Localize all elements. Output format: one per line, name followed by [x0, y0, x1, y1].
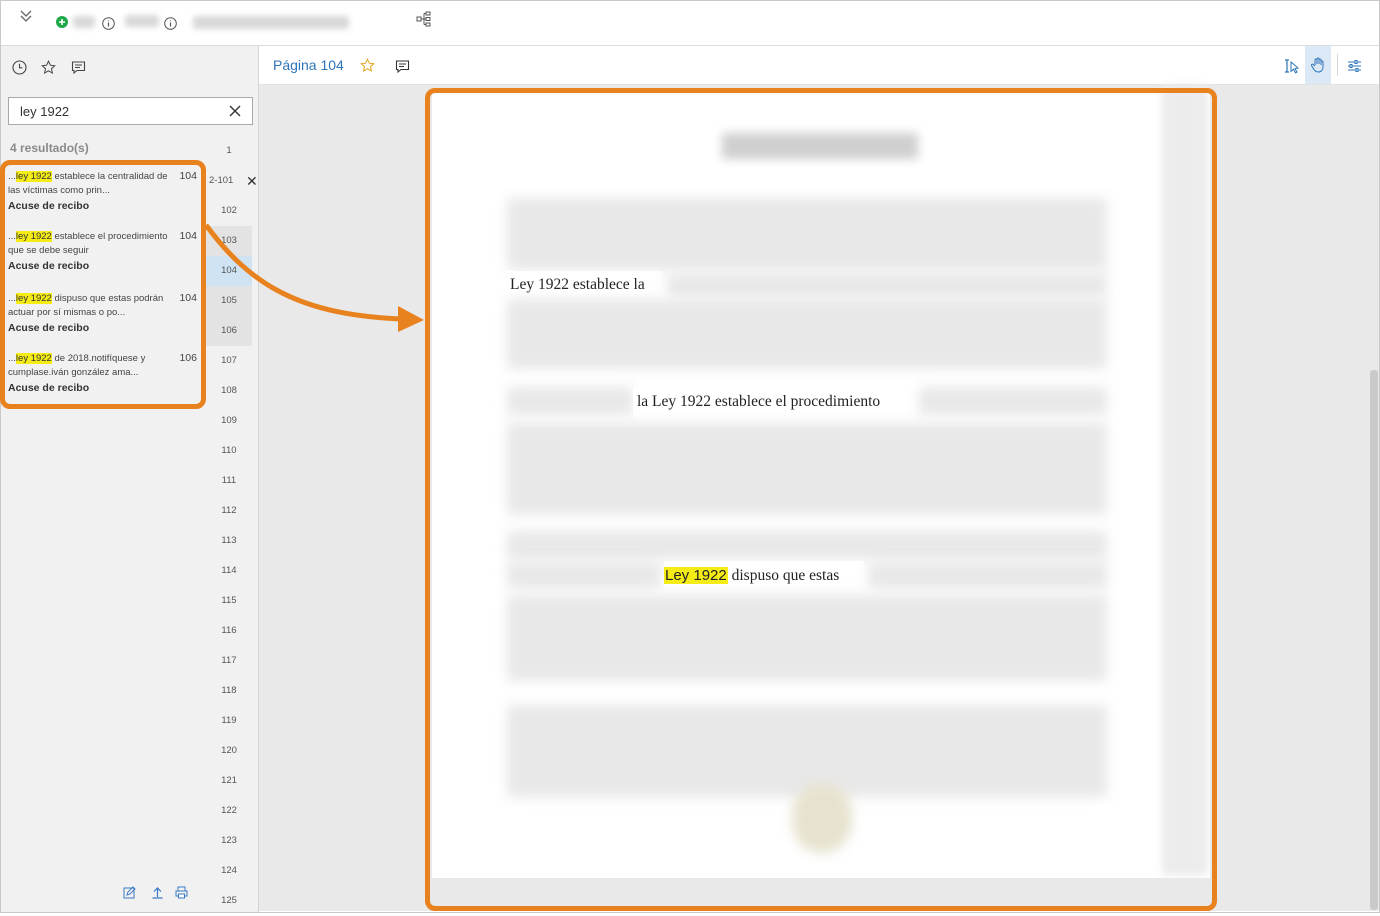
- page-list-item[interactable]: 107: [206, 346, 252, 376]
- top-bar: [1, 1, 1379, 46]
- results-callout-box: [0, 160, 206, 409]
- page-list-item[interactable]: 114: [206, 556, 252, 586]
- page-list-item[interactable]: 123: [206, 826, 252, 856]
- vertical-scrollbar[interactable]: [1370, 370, 1378, 910]
- tree-structure-icon[interactable]: [415, 10, 433, 28]
- page-list-item[interactable]: 2-101 ✕: [206, 166, 258, 196]
- comment-icon[interactable]: [69, 58, 87, 76]
- page-list-item[interactable]: 110: [206, 436, 252, 466]
- page-list-item[interactable]: 125: [206, 886, 252, 916]
- page-list-item[interactable]: 119: [206, 706, 252, 736]
- info-icon[interactable]: [163, 16, 177, 30]
- sidebar-toolbar: [1, 46, 258, 88]
- blurred-title: [193, 16, 349, 29]
- search-input[interactable]: [18, 103, 222, 120]
- page-list-item[interactable]: 109: [206, 406, 252, 436]
- page-list-item[interactable]: 121: [206, 766, 252, 796]
- hand-pan-icon[interactable]: [1305, 46, 1331, 84]
- text-select-icon[interactable]: [1281, 56, 1303, 76]
- page-list-item[interactable]: 1: [206, 136, 252, 166]
- page-callout-box: [425, 88, 1217, 911]
- page-list-item[interactable]: 124: [206, 856, 252, 886]
- page-list-item[interactable]: 103: [206, 226, 252, 256]
- close-icon[interactable]: [226, 102, 244, 120]
- page-list-item[interactable]: 120: [206, 736, 252, 766]
- page-list-item[interactable]: 115: [206, 586, 252, 616]
- page-list-item[interactable]: 102: [206, 196, 252, 226]
- blurred-label: [73, 16, 95, 28]
- viewer-toolbar: Página 104: [259, 46, 1379, 85]
- page-list-item[interactable]: 112: [206, 496, 252, 526]
- page-list-item[interactable]: 117: [206, 646, 252, 676]
- page-label: Página 104: [273, 57, 344, 73]
- info-icon[interactable]: [101, 16, 115, 30]
- close-icon[interactable]: ✕: [246, 166, 258, 196]
- page-list-item[interactable]: 118: [206, 676, 252, 706]
- page-thumbnail-list: 1 2-101 ✕ 102 103 104 105 106 107 108 109…: [206, 136, 258, 916]
- clock-icon[interactable]: [10, 58, 28, 76]
- page-list-item[interactable]: 116: [206, 616, 252, 646]
- double-chevron-down-icon[interactable]: [15, 5, 37, 27]
- upload-icon[interactable]: [149, 882, 165, 902]
- edit-icon[interactable]: [121, 882, 137, 902]
- page-list-item[interactable]: 113: [206, 526, 252, 556]
- star-icon[interactable]: [358, 56, 376, 74]
- comment-icon[interactable]: [393, 57, 411, 75]
- star-icon[interactable]: [39, 58, 57, 76]
- page-list-item[interactable]: 111: [206, 466, 252, 496]
- page-list-item[interactable]: 105: [206, 286, 252, 316]
- toolbar-divider: [1337, 54, 1338, 76]
- settings-sliders-icon[interactable]: [1343, 56, 1365, 76]
- search-field[interactable]: [8, 97, 253, 125]
- plus-circle-icon[interactable]: [55, 15, 69, 29]
- page-list-item[interactable]: 106: [206, 316, 252, 346]
- page-list-item-active[interactable]: 104: [206, 256, 252, 286]
- page-list-item[interactable]: 122: [206, 796, 252, 826]
- result-count: 4 resultado(s): [10, 141, 89, 155]
- blurred-label: [125, 15, 159, 27]
- print-icon[interactable]: [173, 882, 189, 902]
- page-list-item[interactable]: 108: [206, 376, 252, 406]
